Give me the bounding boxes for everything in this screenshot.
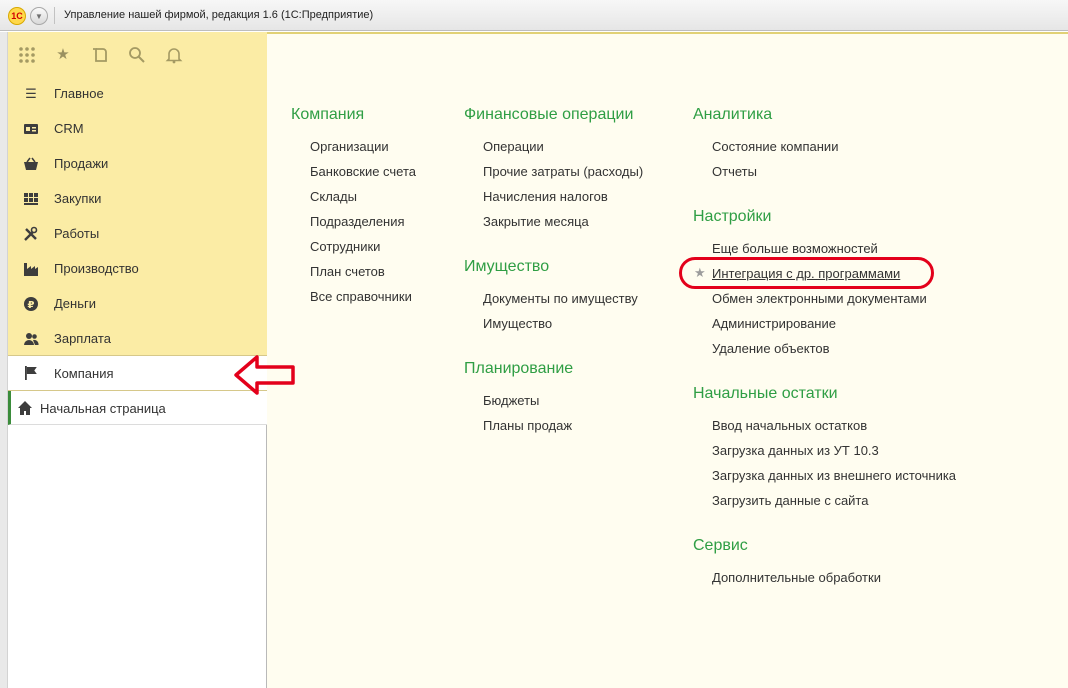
section-company[interactable]: Компания (8, 355, 267, 391)
command-warehouses[interactable]: Склады (310, 189, 357, 204)
left-panel: ★ ☰ Главное CRM Продажи Закупки Работы П… (0, 32, 267, 688)
command-load-from-ut[interactable]: Загрузка данных из УТ 10.3 (712, 443, 879, 458)
tools-icon (23, 226, 39, 242)
annotation-arrow-icon (234, 355, 295, 395)
star-icon[interactable]: ★ (54, 46, 72, 64)
group-title-company: Компания (291, 106, 365, 123)
search-icon[interactable] (128, 46, 146, 64)
command-edi-exchange[interactable]: Обмен электронными документами (712, 291, 927, 306)
svg-text:₽: ₽ (28, 300, 35, 311)
title-separator (54, 7, 55, 24)
command-employees[interactable]: Сотрудники (310, 239, 380, 254)
section-purchases[interactable]: Закупки (8, 181, 267, 216)
command-additional-processing[interactable]: Дополнительные обработки (712, 570, 881, 585)
command-chart-of-accounts[interactable]: План счетов (310, 264, 385, 279)
factory-icon (23, 261, 39, 277)
command-sales-plans[interactable]: Планы продаж (483, 418, 572, 433)
command-budgets[interactable]: Бюджеты (483, 393, 539, 408)
window-title: Управление нашей фирмой, редакция 1.6 (1… (64, 9, 374, 21)
command-other-expenses[interactable]: Прочие затраты (расходы) (483, 164, 643, 179)
command-property-documents[interactable]: Документы по имуществу (483, 291, 638, 306)
people-icon (23, 331, 39, 347)
app-logo-icon[interactable]: 1С (8, 7, 26, 25)
section-sales[interactable]: Продажи (8, 146, 267, 181)
warehouse-icon (23, 191, 39, 207)
section-money[interactable]: ₽ Деньги (8, 286, 267, 321)
group-title-planning: Планирование (464, 360, 574, 377)
basket-icon (23, 156, 39, 172)
group-title-settings: Настройки (693, 208, 772, 225)
command-month-closing[interactable]: Закрытие месяца (483, 214, 589, 229)
panel-edge (0, 32, 8, 688)
section-salary[interactable]: Зарплата (8, 321, 267, 356)
command-tax-accruals[interactable]: Начисления налогов (483, 189, 608, 204)
section-production[interactable]: Производство (8, 251, 267, 286)
sections-panel: ★ ☰ Главное CRM Продажи Закупки Работы П… (8, 32, 267, 355)
annotation-highlight-ellipse (679, 257, 934, 289)
home-icon (17, 400, 33, 416)
command-organizations[interactable]: Организации (310, 139, 389, 154)
command-operations[interactable]: Операции (483, 139, 544, 154)
apps-grid-icon[interactable] (18, 46, 36, 64)
command-load-from-external[interactable]: Загрузка данных из внешнего источника (712, 468, 956, 483)
command-reports[interactable]: Отчеты (712, 164, 757, 179)
command-departments[interactable]: Подразделения (310, 214, 405, 229)
command-enter-initial-balances[interactable]: Ввод начальных остатков (712, 418, 867, 433)
command-more-features[interactable]: Еще больше возможностей (712, 241, 878, 256)
command-company-state[interactable]: Состояние компании (712, 139, 838, 154)
group-title-finance: Финансовые операции (464, 106, 634, 123)
group-title-initial-balances: Начальные остатки (693, 385, 838, 402)
command-bank-accounts[interactable]: Банковские счета (310, 164, 416, 179)
group-title-service: Сервис (693, 537, 748, 554)
command-property[interactable]: Имущество (483, 316, 552, 331)
menu-lines-icon: ☰ (25, 85, 37, 101)
title-bar: 1С ▼ Управление нашей фирмой, редакция 1… (0, 0, 1068, 31)
command-all-catalogs[interactable]: Все справочники (310, 289, 412, 304)
group-title-property: Имущество (464, 258, 550, 275)
flag-icon (23, 365, 39, 381)
section-crm[interactable]: CRM (8, 111, 267, 146)
section-works[interactable]: Работы (8, 216, 267, 251)
command-delete-objects[interactable]: Удаление объектов (712, 341, 830, 356)
sections-toolbar: ★ (8, 38, 267, 70)
command-load-from-site[interactable]: Загрузить данные с сайта (712, 493, 868, 508)
section-content-area: Компания Организации Банковские счета Ск… (267, 32, 1068, 688)
bell-icon[interactable] (165, 46, 183, 64)
contact-card-icon (23, 121, 39, 137)
group-title-analytics: Аналитика (693, 106, 773, 123)
section-main[interactable]: ☰ Главное (8, 76, 267, 111)
ruble-icon: ₽ (23, 296, 39, 312)
command-administration[interactable]: Администрирование (712, 316, 836, 331)
main-menu-dropdown-icon[interactable]: ▼ (30, 7, 48, 25)
tab-home-page[interactable]: Начальная страница (8, 391, 267, 425)
history-icon[interactable] (91, 46, 109, 64)
